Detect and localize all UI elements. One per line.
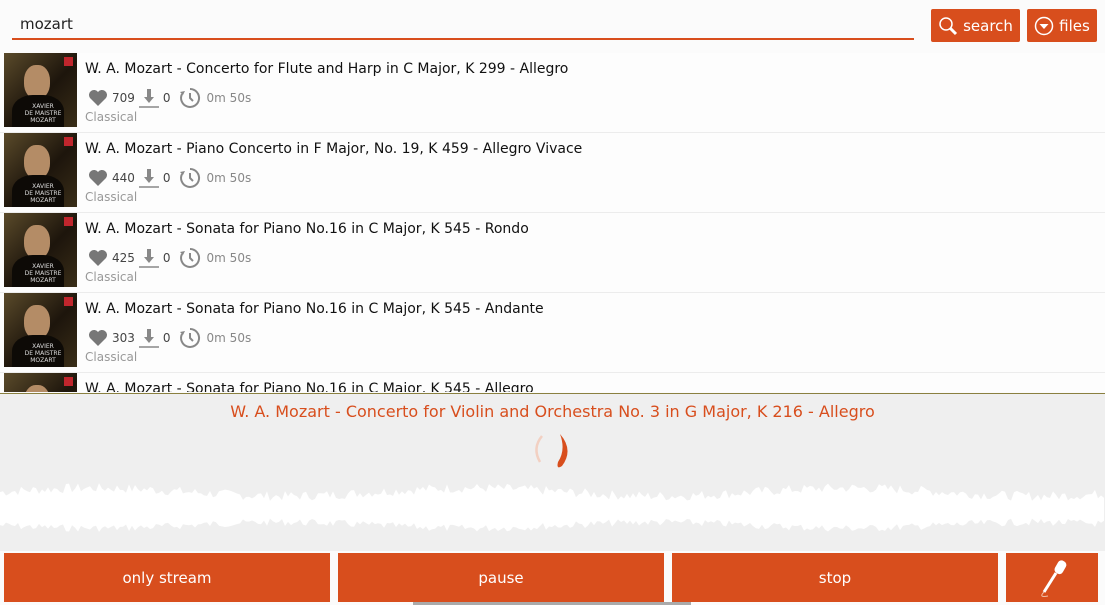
duration: 0m 50s <box>206 91 252 105</box>
track-meta: 709 0 0m 50s <box>88 87 251 109</box>
track-row[interactable]: XAVIERDE MAISTREMOZART W. A. Mozart - Son… <box>0 213 1105 293</box>
chevron-down-circle-icon <box>1034 16 1054 35</box>
search-label: search <box>963 16 1013 35</box>
search-bar: search files <box>0 0 1105 50</box>
loading-spinner-icon <box>535 434 568 468</box>
album-art: XAVIERDE MAISTREMOZART <box>4 133 77 207</box>
only-stream-button[interactable]: only stream <box>4 553 330 602</box>
duration-clock-icon <box>179 167 200 188</box>
track-genre: Classical <box>85 190 138 204</box>
pause-button[interactable]: pause <box>338 553 664 602</box>
duration-clock-icon <box>179 327 200 348</box>
download-icon <box>138 249 159 268</box>
now-playing-title: W. A. Mozart - Concerto for Violin and O… <box>230 402 875 421</box>
album-art: XAVIERDE MAISTREMOZART <box>4 213 77 287</box>
duration: 0m 50s <box>206 171 252 185</box>
downloads-count: 0 <box>162 251 171 265</box>
heart-icon <box>89 90 107 106</box>
track-genre: Classical <box>85 350 138 364</box>
track-row[interactable]: XAVIERDE MAISTREMOZART W. A. Mozart - Son… <box>0 373 1105 392</box>
track-genre: Classical <box>85 110 138 124</box>
download-icon <box>138 89 159 108</box>
track-title: W. A. Mozart - Piano Concerto in F Major… <box>85 141 583 157</box>
duration-clock-icon <box>179 247 200 268</box>
heart-icon <box>89 330 107 346</box>
track-meta: 440 0 0m 50s <box>88 167 251 189</box>
downloads-count: 0 <box>162 171 171 185</box>
microphone-button[interactable] <box>1006 553 1098 602</box>
search-input[interactable] <box>12 10 914 40</box>
track-genre: Classical <box>85 270 138 284</box>
album-art: XAVIERDE MAISTREMOZART <box>4 373 77 392</box>
album-art: XAVIERDE MAISTREMOZART <box>4 53 77 127</box>
track-meta: 425 0 0m 50s <box>88 247 251 269</box>
likes-count: 709 <box>112 91 135 105</box>
search-button[interactable]: search <box>931 9 1020 42</box>
files-label: files <box>1059 16 1090 35</box>
likes-count: 440 <box>112 171 135 185</box>
stop-button[interactable]: stop <box>672 553 998 602</box>
duration: 0m 50s <box>206 251 252 265</box>
likes-count: 303 <box>112 331 135 345</box>
track-title: W. A. Mozart - Sonata for Piano No.16 in… <box>85 221 529 237</box>
duration-clock-icon <box>179 87 200 108</box>
stop-label: stop <box>818 568 852 587</box>
track-title: W. A. Mozart - Concerto for Flute and Ha… <box>85 61 569 77</box>
only-stream-label: only stream <box>122 568 212 587</box>
files-button[interactable]: files <box>1027 9 1097 42</box>
heart-icon <box>89 250 107 266</box>
download-icon <box>138 169 159 188</box>
album-art: XAVIERDE MAISTREMOZART <box>4 293 77 367</box>
downloads-count: 0 <box>162 331 171 345</box>
waveform <box>0 483 1104 532</box>
track-row[interactable]: XAVIER DE MAISTRE MOZART W. A. Mozart - Con… <box>0 53 1105 133</box>
track-row[interactable]: XAVIER DE MAISTRE MOZART W. A. Mozart - Pia… <box>0 133 1105 213</box>
player-panel: W. A. Mozart - Concerto for Violin and O… <box>0 393 1105 551</box>
track-list[interactable]: XAVIER DE MAISTRE MOZART W. A. Mozart - Con… <box>0 53 1105 392</box>
duration: 0m 50s <box>206 331 252 345</box>
track-row[interactable]: XAVIERDE MAISTREMOZART W. A. Mozart - Son… <box>0 293 1105 373</box>
likes-count: 425 <box>112 251 135 265</box>
track-title: W. A. Mozart - Sonata for Piano No.16 in… <box>85 381 534 392</box>
downloads-count: 0 <box>162 91 171 105</box>
download-icon <box>138 329 159 348</box>
track-meta: 303 0 0m 50s <box>88 327 251 349</box>
search-icon <box>939 16 958 35</box>
pause-label: pause <box>478 568 524 587</box>
heart-icon <box>89 170 107 186</box>
track-title: W. A. Mozart - Sonata for Piano No.16 in… <box>85 301 544 317</box>
microphone-icon <box>1041 559 1067 597</box>
